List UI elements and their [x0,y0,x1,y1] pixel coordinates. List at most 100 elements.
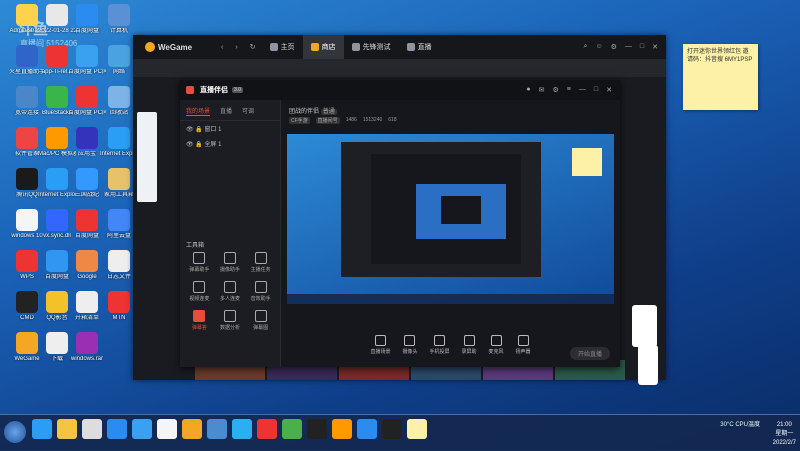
back-icon[interactable]: ‹ [221,44,223,51]
bottom-tool-button[interactable]: 录屏助 [462,335,477,355]
sticky-note[interactable]: 打开迷你世界领红包 邀请码：抖音搜 6MY1PSP [683,44,758,110]
live-logo-icon [186,86,194,94]
tool-icon [223,310,236,322]
tool-button[interactable]: 多人连麦 [215,281,246,302]
taskbar-app-icon[interactable] [282,419,302,439]
refresh-icon[interactable]: ↻ [250,43,256,51]
live-bottom-toolbar: 直播场景 摄像头 手机投屏 录屏助 麦克风 扬声器 [281,335,620,367]
store-icon [310,43,319,51]
live-companion-window[interactable]: 直播伴侣 3.0 ● ✉ ⚙ ≡ — □ ✕ 我的场景 直播 可调 👁 🔒 窗口… [180,80,620,367]
maximize-icon[interactable]: □ [594,86,598,94]
room-meta: CF手游 直播间号 1486 1513240 618 [281,117,620,124]
taskbar-app-icon[interactable] [182,419,202,439]
app-icon [16,127,38,149]
scene-item-window[interactable]: 👁 🔒 窗口 1 [180,121,280,136]
bottom-tool-button[interactable]: 手机投屏 [429,335,450,355]
app-icon [76,86,98,108]
taskbar-app-icon[interactable] [207,419,227,439]
bottom-tool-icon [404,335,416,346]
start-live-button[interactable]: 开始直播 [569,347,610,360]
avatar[interactable]: ● [526,86,530,94]
preview-taskbar [287,294,614,304]
tool-icon [223,281,236,293]
home-icon [269,43,278,51]
tool-label: 主播任务 [250,267,271,273]
bottom-tool-label: 扬声器 [515,349,531,355]
bottom-tool-icon [463,335,475,346]
tab-live[interactable]: 直播 [220,106,232,116]
nav-home[interactable]: 主页 [262,35,303,59]
scene-item-fullscreen[interactable]: 👁 🔒 全屏 1 [180,136,280,151]
taskbar-app-icon[interactable] [82,419,102,439]
minimize-icon[interactable]: — [625,43,632,51]
system-tray[interactable]: 30°C CPU温度 [720,421,760,429]
taskbar-app-icon[interactable] [257,419,277,439]
tab-my-scenes[interactable]: 我的场景 [186,106,211,116]
tool-button[interactable]: 摄像助手 [215,252,246,273]
app-icon [108,86,130,108]
tool-button[interactable]: 视频连麦 [184,281,215,302]
close-icon[interactable]: ✕ [652,43,658,51]
desktop-icon[interactable]: 计算机 [100,4,138,35]
search-icon[interactable]: ⌕ [584,43,588,51]
close-icon[interactable]: ✕ [606,86,612,94]
tool-button[interactable]: 数据分析 [215,310,246,331]
taskbar-app-icon[interactable] [57,419,77,439]
nav-live[interactable]: 直播 [399,35,440,59]
forward-icon[interactable]: › [235,44,237,51]
gift-icon[interactable]: ✉ [539,86,545,94]
app-icon [16,4,38,26]
tab-adjust[interactable]: 可调 [242,106,254,116]
app-icon [76,45,98,67]
desktop-icon[interactable]: windows.rar [68,332,106,363]
taskbar-app-icon[interactable] [307,419,327,439]
taskbar-app-icon[interactable] [157,419,177,439]
viewer-count: 1486 [345,117,357,123]
bottom-tool-button[interactable]: 直播场景 [370,335,390,355]
preview-nested-inner [416,184,506,239]
tool-button[interactable]: 弹幕助手 [184,252,215,273]
bottom-tool-button[interactable]: 摄像头 [402,335,417,355]
taskbar-app-icon[interactable] [357,419,377,439]
tool-button[interactable]: 音效助手 [245,281,276,302]
live-main-area: 团战的伴侣 普通 CF手游 直播间号 1486 1513240 618 直播场景… [281,100,620,367]
right-cart-panel[interactable] [632,305,657,347]
side-float-panel[interactable] [638,345,658,385]
tool-icon [254,281,267,293]
maximize-icon[interactable]: □ [640,43,644,51]
live-version-badge: 3.0 [232,87,243,93]
taskbar-app-icon[interactable] [332,419,352,439]
side-mini-panel[interactable] [137,112,157,202]
taskbar-app-icon[interactable] [407,419,427,439]
minimize-icon[interactable]: — [579,86,586,94]
bottom-tool-button[interactable]: 麦克风 [489,335,504,355]
toolbox-grid: 弹幕助手 摄像助手 主播任务视频连麦 多人连麦 音效助手弹幕答 数据分析 弹幕图 [184,252,276,331]
menu-icon[interactable]: ≡ [567,86,571,94]
app-icon [16,209,38,231]
app-icon [46,168,68,190]
toolbox-title: 工具箱 [186,243,205,249]
tool-button[interactable]: 弹幕答 [184,310,215,331]
bottom-tool-label: 录屏助 [461,349,477,355]
nav-store[interactable]: 商店 [302,35,344,59]
taskbar-app-icon[interactable] [32,419,52,439]
clock[interactable]: 21:00 星期一 2022/2/7 [773,421,796,448]
taskbar-app-icon[interactable] [232,419,252,439]
tool-label: 多人连麦 [219,296,240,302]
settings-icon[interactable]: ⚙ [611,43,617,51]
taskbar-app-icon[interactable] [107,419,127,439]
app-icon [76,332,98,354]
user-icon[interactable]: ☺ [595,43,602,51]
taskbar-app-icon[interactable] [382,419,402,439]
app-icon [46,332,68,354]
bottom-tool-button[interactable]: 扬声器 [516,335,531,355]
start-button[interactable] [4,421,26,443]
live-icon [406,43,415,51]
nav-pioneer-test[interactable]: 先锋测试 [344,35,399,59]
settings-icon[interactable]: ⚙ [553,86,559,94]
stream-preview[interactable] [287,134,614,304]
tool-button[interactable]: 弹幕图 [245,310,276,331]
taskbar-app-icon[interactable] [132,419,152,439]
tool-button[interactable]: 主播任务 [245,252,276,273]
category-tag[interactable]: CF手游 [289,117,310,124]
